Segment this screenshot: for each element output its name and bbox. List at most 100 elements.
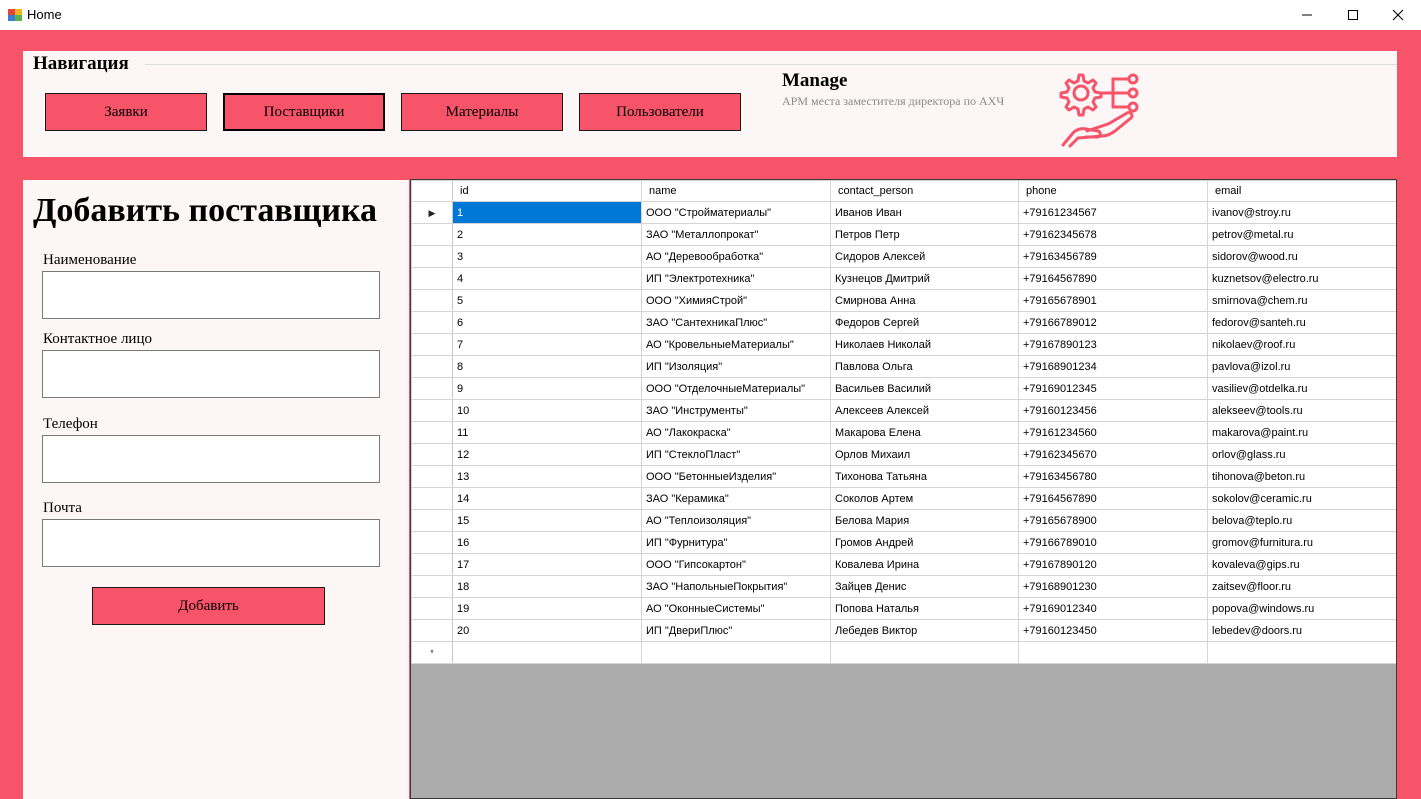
cell-name[interactable]: ООО "ОтделочныеМатериалы" <box>641 377 831 400</box>
cell-id[interactable]: 13 <box>452 465 642 488</box>
cell-name[interactable]: ООО "БетонныеИзделия" <box>641 465 831 488</box>
add-button[interactable]: Добавить <box>92 587 325 625</box>
row-header-cell[interactable] <box>411 619 453 642</box>
new-row-cell-name[interactable] <box>641 641 831 664</box>
maximize-button[interactable] <box>1330 0 1376 30</box>
table-row[interactable]: 14 ЗАО "Керамика" Соколов Артем +7916456789… <box>411 487 1396 510</box>
cell-phone[interactable]: +79165678900 <box>1018 509 1208 532</box>
cell-contact-person[interactable]: Петров Петр <box>830 223 1019 246</box>
cell-contact-person[interactable]: Тихонова Татьяна <box>830 465 1019 488</box>
cell-phone[interactable]: +79169012345 <box>1018 377 1208 400</box>
cell-name[interactable]: ЗАО "НапольныеПокрытия" <box>641 575 831 598</box>
table-row[interactable]: 4 ИП "Электротехника" Кузнецов Дмитрий +791… <box>411 267 1396 290</box>
cell-contact-person[interactable]: Громов Андрей <box>830 531 1019 554</box>
cell-contact-person[interactable]: Зайцев Денис <box>830 575 1019 598</box>
cell-contact-person[interactable]: Васильев Василий <box>830 377 1019 400</box>
nav-button-suppliers[interactable]: Поставщики <box>223 93 385 131</box>
cell-name[interactable]: ИП "Фурнитура" <box>641 531 831 554</box>
table-row[interactable]: 12 ИП "СтеклоПласт" Орлов Михаил +791623456… <box>411 443 1396 466</box>
cell-contact-person[interactable]: Соколов Артем <box>830 487 1019 510</box>
nav-button-materials[interactable]: Материалы <box>401 93 563 131</box>
cell-id[interactable]: 10 <box>452 399 642 422</box>
cell-contact-person[interactable]: Павлова Ольга <box>830 355 1019 378</box>
cell-id[interactable]: 17 <box>452 553 642 576</box>
cell-id[interactable]: 11 <box>452 421 642 444</box>
cell-contact-person[interactable]: Белова Мария <box>830 509 1019 532</box>
phone-input[interactable] <box>42 435 380 483</box>
cell-name[interactable]: ЗАО "Керамика" <box>641 487 831 510</box>
cell-contact-person[interactable]: Федоров Сергей <box>830 311 1019 334</box>
row-header-cell[interactable] <box>411 333 453 356</box>
cell-contact-person[interactable]: Макарова Елена <box>830 421 1019 444</box>
cell-contact-person[interactable]: Николаев Николай <box>830 333 1019 356</box>
cell-email[interactable]: smirnova@chem.ru <box>1207 289 1396 312</box>
cell-name[interactable]: АО "Лакокраска" <box>641 421 831 444</box>
table-row[interactable]: 5 ООО "ХимияСтрой" Смирнова Анна +791656789… <box>411 289 1396 312</box>
nav-button-users[interactable]: Пользователи <box>579 93 741 131</box>
cell-id[interactable]: 7 <box>452 333 642 356</box>
email-input[interactable] <box>42 519 380 567</box>
cell-email[interactable]: pavlova@izol.ru <box>1207 355 1396 378</box>
table-row[interactable]: 9 ООО "ОтделочныеМатериалы" Васильев Васил… <box>411 377 1396 400</box>
row-header-cell[interactable] <box>411 289 453 312</box>
cell-phone[interactable]: +79161234567 <box>1018 201 1208 224</box>
row-header-cell[interactable] <box>411 377 453 400</box>
row-header-cell[interactable] <box>411 311 453 334</box>
cell-contact-person[interactable]: Ковалева Ирина <box>830 553 1019 576</box>
cell-phone[interactable]: +79163456789 <box>1018 245 1208 268</box>
row-header-cell[interactable] <box>411 355 453 378</box>
new-row-cell-email[interactable] <box>1207 641 1396 664</box>
row-header-cell[interactable]: ▶ <box>411 201 453 224</box>
new-row[interactable]: * <box>411 641 1396 664</box>
row-header-cell[interactable] <box>411 575 453 598</box>
cell-email[interactable]: petrov@metal.ru <box>1207 223 1396 246</box>
cell-contact-person[interactable]: Смирнова Анна <box>830 289 1019 312</box>
new-row-cell-contact-person[interactable] <box>830 641 1019 664</box>
cell-name[interactable]: АО "Теплоизоляция" <box>641 509 831 532</box>
table-row[interactable]: 11 АО "Лакокраска" Макарова Елена +79161234… <box>411 421 1396 444</box>
column-header-email[interactable]: email <box>1207 180 1396 202</box>
table-row[interactable]: 2 ЗАО "Металлопрокат" Петров Петр +79162345… <box>411 223 1396 246</box>
cell-id[interactable]: 1 <box>452 201 642 224</box>
nav-button-requests[interactable]: Заявки <box>45 93 207 131</box>
cell-contact-person[interactable]: Кузнецов Дмитрий <box>830 267 1019 290</box>
cell-phone[interactable]: +79160123450 <box>1018 619 1208 642</box>
cell-phone[interactable]: +79168901234 <box>1018 355 1208 378</box>
cell-phone[interactable]: +79164567890 <box>1018 487 1208 510</box>
cell-name[interactable]: АО "ОконныеСистемы" <box>641 597 831 620</box>
cell-phone[interactable]: +79162345670 <box>1018 443 1208 466</box>
cell-email[interactable]: zaitsev@floor.ru <box>1207 575 1396 598</box>
cell-name[interactable]: ООО "Стройматериалы" <box>641 201 831 224</box>
cell-email[interactable]: orlov@glass.ru <box>1207 443 1396 466</box>
cell-contact-person[interactable]: Попова Наталья <box>830 597 1019 620</box>
cell-name[interactable]: ООО "Гипсокартон" <box>641 553 831 576</box>
cell-phone[interactable]: +79164567890 <box>1018 267 1208 290</box>
cell-id[interactable]: 8 <box>452 355 642 378</box>
row-header-cell[interactable] <box>411 553 453 576</box>
cell-id[interactable]: 3 <box>452 245 642 268</box>
close-button[interactable] <box>1375 0 1421 30</box>
cell-phone[interactable]: +79160123456 <box>1018 399 1208 422</box>
cell-id[interactable]: 2 <box>452 223 642 246</box>
table-row[interactable]: 7 АО "КровельныеМатериалы" Николаев Никола… <box>411 333 1396 356</box>
cell-name[interactable]: ИП "ДвериПлюс" <box>641 619 831 642</box>
cell-email[interactable]: belova@teplo.ru <box>1207 509 1396 532</box>
cell-email[interactable]: vasiliev@otdelka.ru <box>1207 377 1396 400</box>
cell-name[interactable]: ИП "Изоляция" <box>641 355 831 378</box>
row-header-cell[interactable] <box>411 245 453 268</box>
cell-id[interactable]: 6 <box>452 311 642 334</box>
cell-phone[interactable]: +79162345678 <box>1018 223 1208 246</box>
cell-name[interactable]: ЗАО "Металлопрокат" <box>641 223 831 246</box>
cell-id[interactable]: 4 <box>452 267 642 290</box>
suppliers-grid[interactable]: id name contact_person phone email ▶ 1 ООО… <box>410 179 1397 799</box>
table-row[interactable]: 6 ЗАО "СантехникаПлюс" Федоров Сергей +7916… <box>411 311 1396 334</box>
row-header-cell[interactable] <box>411 487 453 510</box>
cell-phone[interactable]: +79166789012 <box>1018 311 1208 334</box>
row-header-cell[interactable] <box>411 465 453 488</box>
name-input[interactable] <box>42 271 380 319</box>
cell-phone[interactable]: +79169012340 <box>1018 597 1208 620</box>
contact-person-input[interactable] <box>42 350 380 398</box>
cell-id[interactable]: 20 <box>452 619 642 642</box>
column-header-phone[interactable]: phone <box>1018 180 1208 202</box>
cell-email[interactable]: sokolov@ceramic.ru <box>1207 487 1396 510</box>
